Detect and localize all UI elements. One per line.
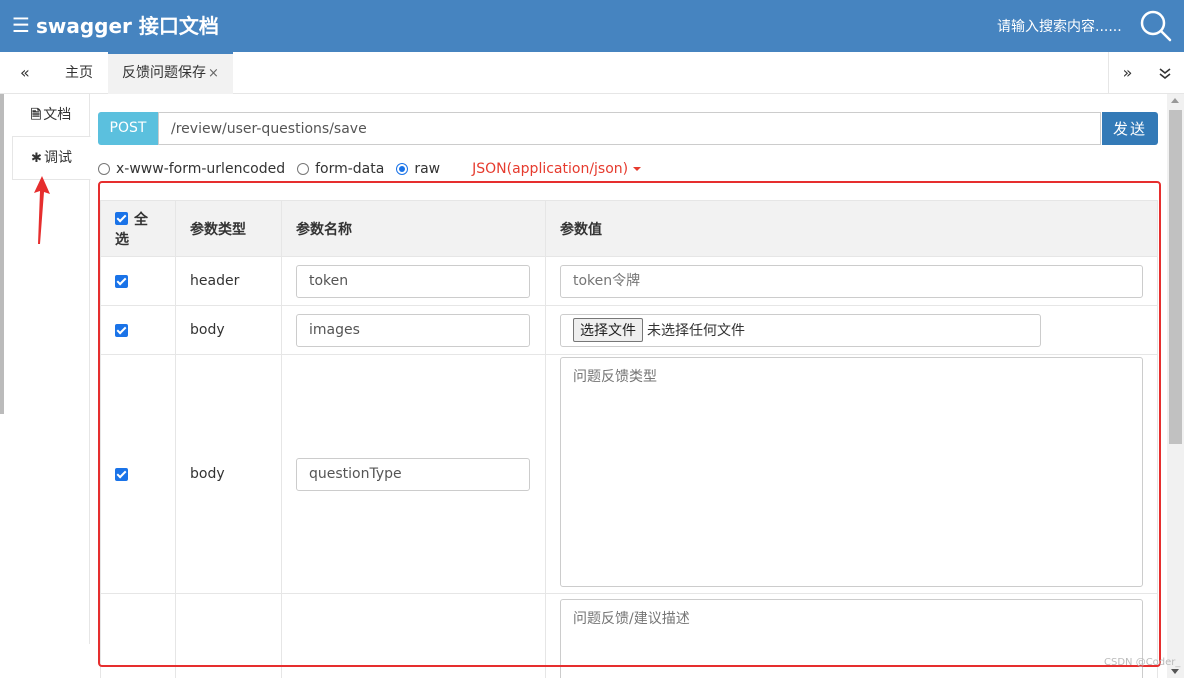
radio-button[interactable] bbox=[297, 163, 310, 175]
param-name-cell bbox=[281, 593, 546, 678]
param-name-input[interactable] bbox=[296, 457, 530, 491]
side-tab-debug[interactable]: ✱ 调试 bbox=[12, 136, 91, 180]
param-type-cell bbox=[175, 593, 282, 678]
radio-button[interactable] bbox=[98, 163, 110, 175]
row-check-cell bbox=[100, 354, 176, 594]
select-all-checkbox[interactable] bbox=[115, 212, 128, 225]
row-checkbox[interactable] bbox=[115, 467, 128, 481]
param-value-input[interactable] bbox=[560, 264, 1143, 298]
url-input[interactable] bbox=[158, 112, 1101, 145]
table-row: body 选择文件 未选择任何文件 bbox=[100, 305, 1158, 355]
tab-more-button[interactable] bbox=[1146, 52, 1184, 94]
param-name-input[interactable] bbox=[296, 264, 530, 298]
table-row bbox=[100, 593, 1158, 678]
scroll-down-icon[interactable] bbox=[1171, 669, 1179, 674]
param-value-cell bbox=[545, 593, 1158, 678]
table-row: body bbox=[100, 354, 1158, 594]
radio-raw-label: raw bbox=[414, 161, 441, 177]
param-value-cell bbox=[545, 256, 1158, 306]
tab-bar: « 主页 反馈问题保存 × » bbox=[0, 52, 1184, 94]
param-value-textarea[interactable] bbox=[560, 599, 1143, 678]
tab-scroll-right-button[interactable]: » bbox=[1108, 52, 1146, 94]
param-type-cell: header bbox=[175, 256, 282, 306]
http-method-badge: POST bbox=[98, 112, 158, 145]
row-checkbox[interactable] bbox=[115, 274, 128, 288]
tab-label: 反馈问题保存 bbox=[122, 65, 206, 81]
row-check-cell bbox=[100, 305, 176, 355]
red-arrow-annotation bbox=[34, 176, 50, 244]
left-edge-bar bbox=[0, 94, 4, 414]
tab-feedback-save[interactable]: 反馈问题保存 × bbox=[108, 52, 233, 94]
request-url-row: POST 发送 bbox=[98, 112, 1158, 145]
param-name-cell bbox=[281, 354, 546, 594]
chevron-double-down-icon bbox=[1159, 67, 1171, 79]
body-type-options: x-www-form-urlencoded form-data raw JSON… bbox=[98, 158, 642, 180]
radio-button-checked[interactable] bbox=[396, 163, 409, 175]
side-tab-debug-label: 调试 bbox=[43, 150, 72, 166]
vertical-scrollbar[interactable] bbox=[1167, 94, 1184, 678]
send-button[interactable]: 发送 bbox=[1102, 112, 1158, 145]
table-header-row: 全选 参数类型 参数名称 参数值 bbox=[100, 200, 1158, 257]
param-type-cell: body bbox=[175, 305, 282, 355]
th-param-type: 参数类型 bbox=[175, 200, 282, 257]
caret-down-icon bbox=[633, 167, 642, 171]
param-type-cell: body bbox=[175, 354, 282, 594]
bug-icon: ✱ bbox=[31, 151, 42, 166]
params-table-container: 全选 参数类型 参数名称 参数值 header body 选择文件 bbox=[100, 200, 1158, 678]
radio-form-data-label: form-data bbox=[315, 161, 385, 177]
param-value-cell bbox=[545, 354, 1158, 594]
search-icon[interactable] bbox=[1138, 8, 1172, 42]
param-name-cell bbox=[281, 256, 546, 306]
row-check-cell bbox=[100, 256, 176, 306]
params-table: 全选 参数类型 参数名称 参数值 header body 选择文件 bbox=[100, 200, 1158, 678]
choose-file-button[interactable]: 选择文件 bbox=[573, 318, 643, 342]
param-name-input[interactable] bbox=[296, 313, 530, 347]
file-icon: 🗎 bbox=[30, 108, 42, 123]
radio-form-data[interactable]: form-data bbox=[297, 161, 384, 177]
app-title: swagger 接口文档 bbox=[35, 14, 219, 38]
file-status: 未选择任何文件 bbox=[647, 323, 745, 339]
watermark: CSDN @Coder_ bbox=[1104, 657, 1181, 668]
file-input[interactable]: 选择文件 未选择任何文件 bbox=[560, 313, 1041, 347]
row-check-cell bbox=[100, 593, 176, 678]
scroll-up-icon[interactable] bbox=[1171, 98, 1179, 103]
close-icon[interactable]: × bbox=[208, 66, 219, 81]
scroll-thumb[interactable] bbox=[1169, 110, 1182, 444]
param-value-textarea[interactable] bbox=[560, 357, 1143, 587]
content-type-label: JSON(application/json) bbox=[472, 161, 629, 177]
app-brand[interactable]: ☰ swagger 接口文档 bbox=[12, 10, 219, 39]
top-header: ☰ swagger 接口文档 请输入搜索内容...... bbox=[0, 0, 1184, 52]
radio-raw[interactable]: raw bbox=[396, 161, 440, 177]
param-value-cell: 选择文件 未选择任何文件 bbox=[545, 305, 1158, 355]
tab-home[interactable]: 主页 bbox=[51, 52, 107, 94]
th-param-name: 参数名称 bbox=[281, 200, 546, 257]
search-input[interactable]: 请输入搜索内容...... bbox=[997, 16, 1122, 36]
side-tab-doc[interactable]: 🗎 文档 bbox=[12, 94, 90, 136]
th-param-value: 参数值 bbox=[545, 200, 1158, 257]
th-select-all[interactable]: 全选 bbox=[100, 200, 176, 257]
param-name-cell bbox=[281, 305, 546, 355]
tab-scroll-left-button[interactable]: « bbox=[20, 63, 30, 82]
content-type-dropdown[interactable]: JSON(application/json) bbox=[472, 161, 642, 177]
table-row: header bbox=[100, 256, 1158, 306]
radio-urlencoded[interactable]: x-www-form-urlencoded bbox=[98, 161, 285, 177]
menu-lines-icon[interactable]: ☰ bbox=[12, 13, 30, 37]
radio-urlencoded-label: x-www-form-urlencoded bbox=[116, 161, 286, 177]
side-tab-doc-label: 文档 bbox=[43, 107, 72, 123]
row-checkbox[interactable] bbox=[115, 323, 128, 337]
